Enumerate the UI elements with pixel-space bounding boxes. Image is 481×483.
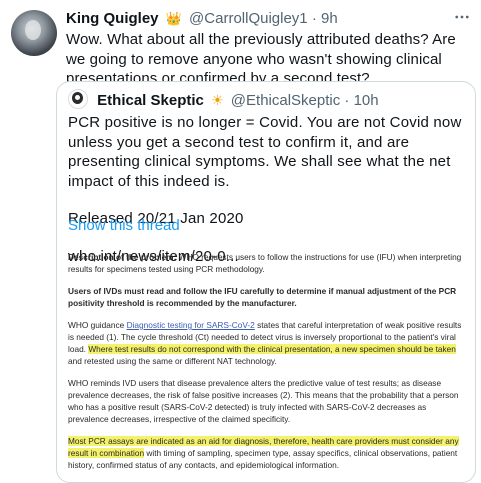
doc-label: Description of the problem:	[68, 252, 177, 262]
doc-bold-text: Users of IVDs must read and follow the I…	[68, 286, 457, 308]
doc-link: Diagnostic testing for SARS-CoV-2	[126, 320, 255, 330]
separator: ·	[311, 10, 317, 27]
display-name[interactable]: King Quigley	[66, 10, 159, 27]
more-dots-icon	[455, 15, 469, 19]
quoted-tweet[interactable]: Ethical Skeptic ☀ @EthicalSkeptic · 10h …	[56, 81, 476, 483]
doc-text: WHO guidance	[68, 320, 127, 330]
quoted-avatar	[68, 89, 88, 109]
sun-icon: ☀	[211, 92, 224, 108]
doc-highlight: Where test results do not correspond wit…	[88, 344, 456, 354]
quoted-display-name: Ethical Skeptic	[97, 92, 204, 109]
user-handle[interactable]: @CarrollQuigley1	[189, 10, 308, 27]
crown-icon: 👑	[165, 11, 182, 26]
doc-paragraph: Most PCR assays are indicated as an aid …	[68, 435, 464, 471]
quoted-tweet-header: Ethical Skeptic ☀ @EthicalSkeptic · 10h	[68, 89, 379, 111]
show-thread-link[interactable]: Show this thread	[68, 217, 180, 234]
avatar[interactable]	[11, 10, 57, 56]
doc-paragraph: Description of the problem: WHO requests…	[68, 251, 464, 275]
quoted-paragraph: PCR positive is no longer = Covid. You a…	[68, 114, 462, 190]
doc-text: and retested using the same or different…	[68, 356, 277, 366]
quoted-separator: ·	[344, 92, 350, 109]
tweet[interactable]: King Quigley 👑 @CarrollQuigley1 · 9h Wow…	[0, 0, 481, 483]
tweet-header: King Quigley 👑 @CarrollQuigley1 · 9h	[66, 9, 338, 29]
quoted-tweet-text: PCR positive is no longer = Covid. You a…	[68, 113, 466, 266]
doc-paragraph: WHO reminds IVD users that disease preva…	[68, 378, 459, 424]
timestamp[interactable]: 9h	[321, 10, 338, 27]
doc-paragraph: WHO guidance Diagnostic testing for SARS…	[68, 319, 464, 367]
quoted-timestamp: 10h	[353, 92, 379, 109]
tweet-text: Wow. What about all the previously attri…	[66, 31, 456, 87]
doc-paragraph: Users of IVDs must read and follow the I…	[68, 285, 464, 309]
attached-document-image[interactable]: Description of the problem: WHO requests…	[59, 249, 473, 481]
quoted-user-handle: @EthicalSkeptic	[230, 92, 341, 109]
more-options-button[interactable]	[451, 6, 473, 28]
